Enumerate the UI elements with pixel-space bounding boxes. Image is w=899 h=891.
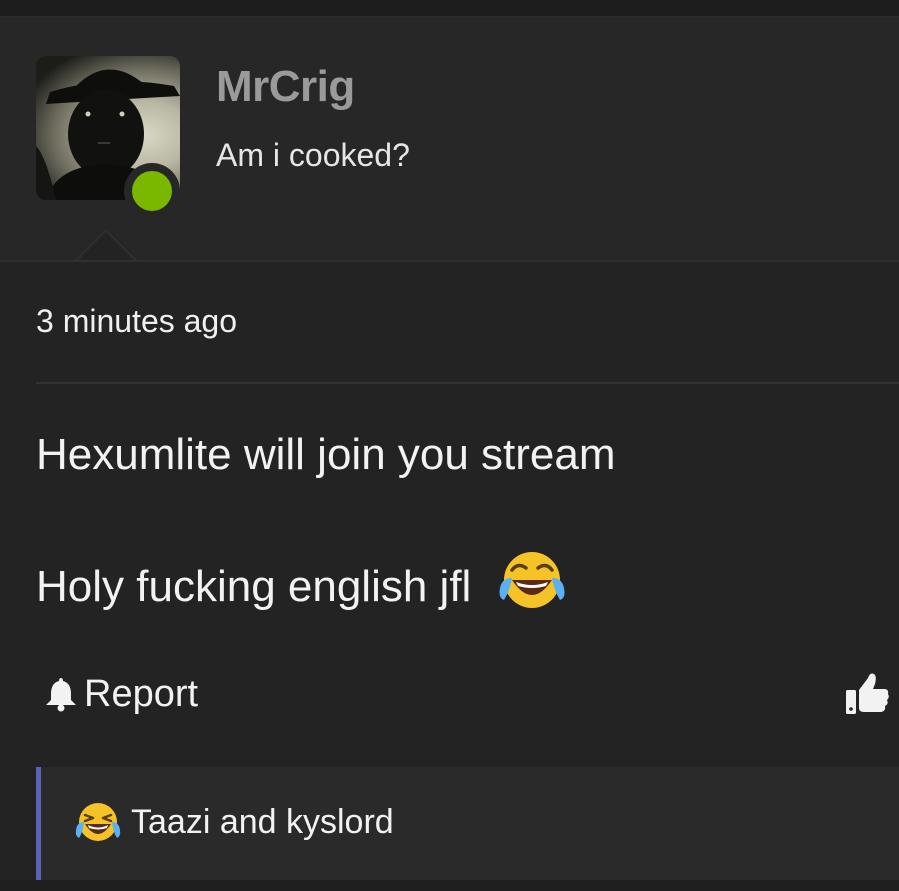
reaction-quote: Taazi and kyslord [36,767,899,880]
thumbs-up-icon[interactable] [844,670,890,716]
post-timestamp: 3 minutes ago [36,303,238,339]
reaction-text: Taazi and kyslord [131,803,394,841]
author-name[interactable]: MrCrig [216,62,355,112]
message-line-1: Hexumlite will join you stream [36,430,616,479]
online-dot [132,171,172,211]
top-divider [0,0,899,18]
report-label: Report [84,673,199,715]
author-status-text: Am i cooked? [216,137,410,173]
online-status-indicator [124,163,180,219]
bell-icon [46,678,76,712]
timestamp-divider [36,382,899,384]
face-with-tears-of-joy-icon [499,552,565,608]
post-card: MrCrig Am i cooked? 3 minutes ago Hexuml… [0,0,899,891]
loudly-crying-laughing-face-icon [75,803,121,841]
post-actions: Report [36,668,899,724]
header-divider [0,260,899,262]
report-button[interactable]: Report [44,668,198,720]
bottom-divider [0,880,899,891]
message-line-2: Holy fucking english jfl [36,562,472,611]
